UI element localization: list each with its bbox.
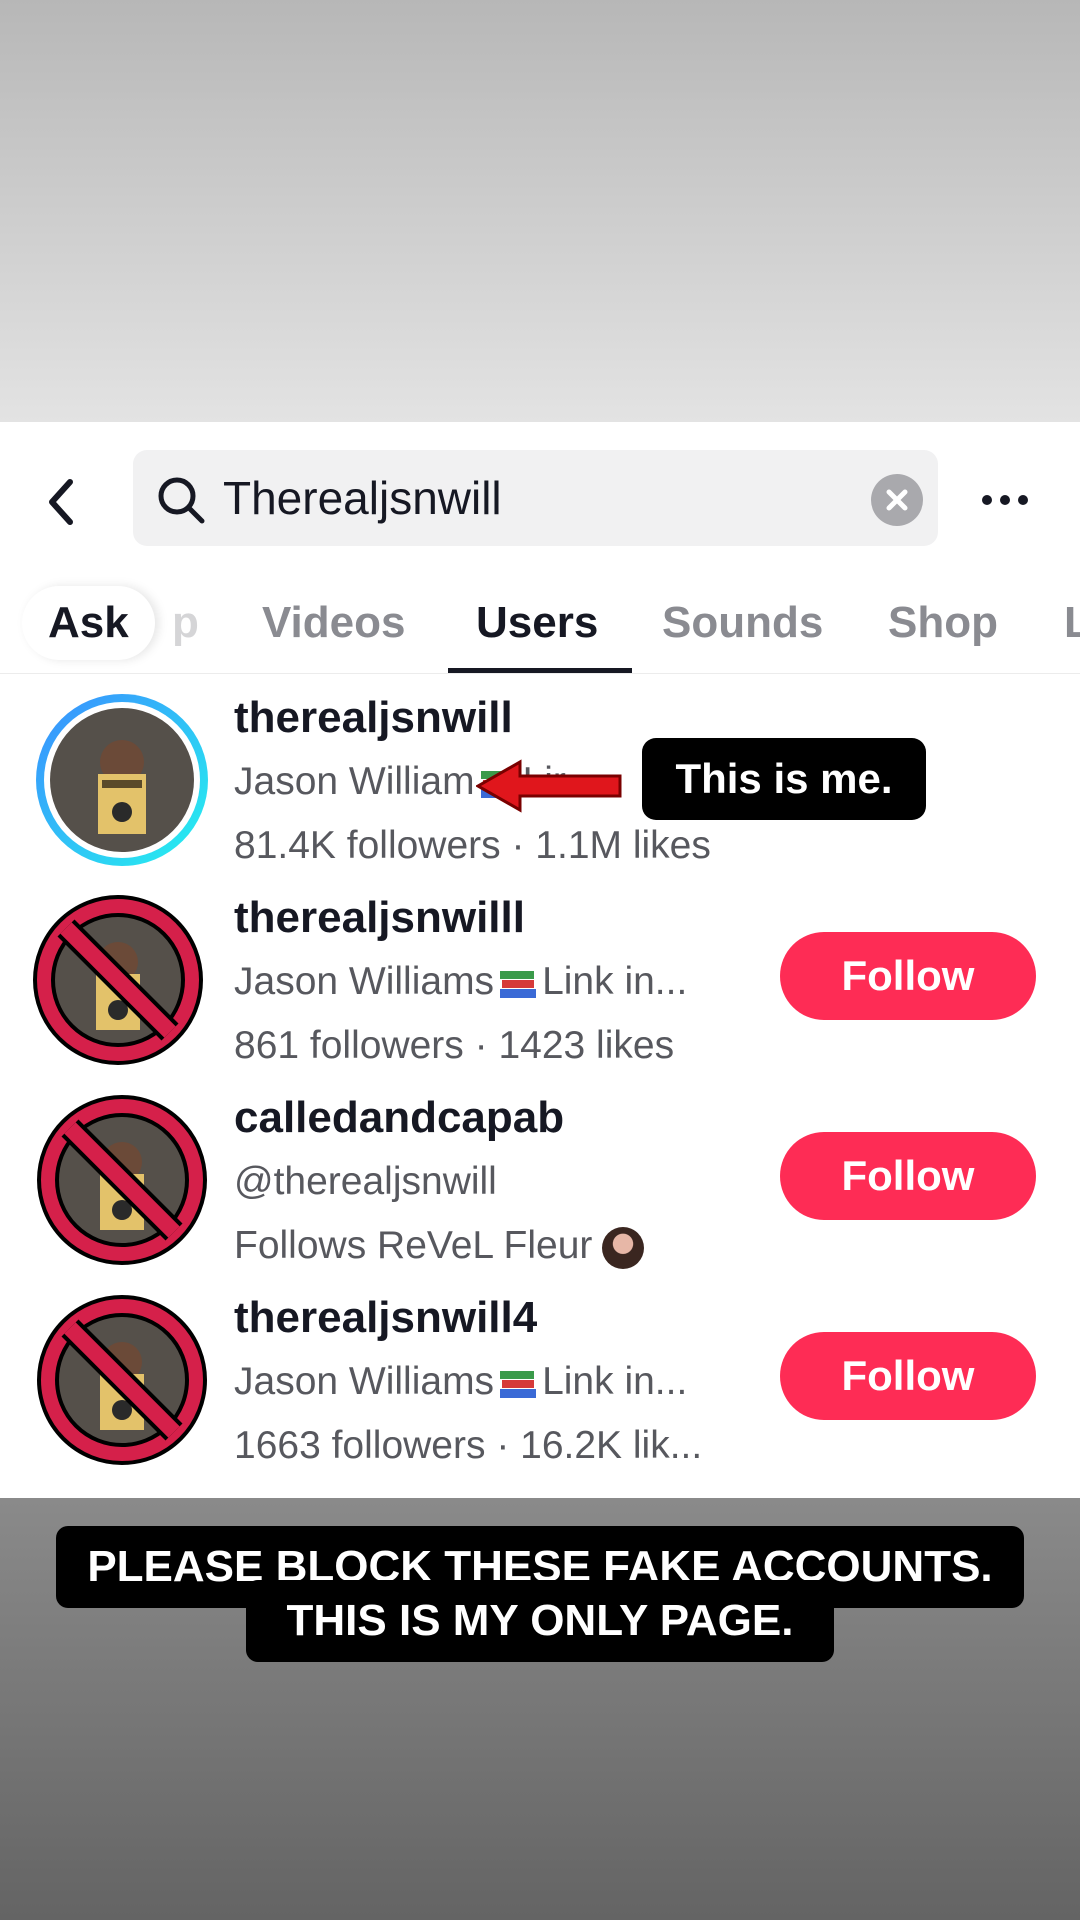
clear-search-button[interactable] [871,474,923,526]
tab-hidden-partial: p [172,598,199,647]
display-name: Jason Williams [234,1360,495,1403]
tab-shop[interactable]: Shop [888,586,998,660]
user-result-row[interactable]: calledandcapab @therealjsnwill Follows R… [0,1090,1080,1290]
more-options-button[interactable] [975,470,1035,530]
tab-users[interactable]: Users [476,586,598,660]
user-mutual-follow: Follows ReVeL Fleur [234,1222,645,1270]
avatar-prohibited[interactable] [32,1290,212,1470]
user-subtitle: Jason Williams Link in... [234,1358,687,1406]
tab-more-partial[interactable]: L [1064,586,1080,660]
username: therealjsnwill4 [234,1293,538,1342]
follow-button[interactable]: Follow [780,1332,1036,1420]
user-stats: 861 followers · 1423 likes [234,1024,675,1067]
books-emoji-icon [500,970,537,998]
bio-snippet: Link in... [542,1360,688,1403]
follow-button[interactable]: Follow [780,932,1036,1020]
display-name: Jason William [234,760,475,803]
search-input[interactable]: Therealjsnwill [223,470,502,526]
username: therealjsnwilll [234,893,525,942]
display-name: Jason Williams [234,960,495,1003]
user-result-row[interactable]: therealjsnwill4 Jason Williams Link in...… [0,1290,1080,1490]
mutual-avatar [602,1226,645,1269]
video-background-top [0,0,1080,422]
more-icon [982,495,1028,505]
bio-snippet: Link in... [542,960,688,1003]
caption-line-2: THIS IS MY ONLY PAGE. [246,1580,834,1662]
tab-ask[interactable]: Ask [22,586,155,660]
user-handle: @therealjsnwill [234,1160,497,1203]
user-subtitle: Jason Williams Link in... [234,958,687,1006]
follow-button[interactable]: Follow [780,1132,1036,1220]
this-is-me-label: This is me. [642,738,926,820]
back-arrow-icon [49,479,73,525]
mutual-follow-text: Follows ReVeL Fleur [234,1224,593,1267]
back-button[interactable] [38,472,88,532]
search-bar[interactable]: Therealjsnwill [133,450,938,546]
red-arrow-annotation [476,759,622,813]
active-tab-indicator [448,668,632,673]
avatar-prohibited[interactable] [32,1090,212,1270]
search-results-screen: Therealjsnwill Ask p Videos Users Sounds… [0,422,1080,1498]
user-stats: 81.4K followers · 1.1M likes [234,824,711,867]
user-stats: 1663 followers · 16.2K lik... [234,1424,703,1467]
avatar-prohibited[interactable] [28,890,208,1070]
search-icon [158,477,205,524]
tab-videos[interactable]: Videos [262,586,405,660]
avatar[interactable] [32,690,212,870]
username: calledandcapab [234,1093,565,1142]
username: therealjsnwill [234,693,513,742]
user-result-row[interactable]: therealjsnwilll Jason Williams Link in...… [0,890,1080,1090]
clear-icon [886,489,908,511]
search-tabs: Ask p Videos Users Sounds Shop L [0,572,1080,674]
tab-sounds[interactable]: Sounds [662,586,823,660]
books-emoji-icon [500,1370,537,1398]
